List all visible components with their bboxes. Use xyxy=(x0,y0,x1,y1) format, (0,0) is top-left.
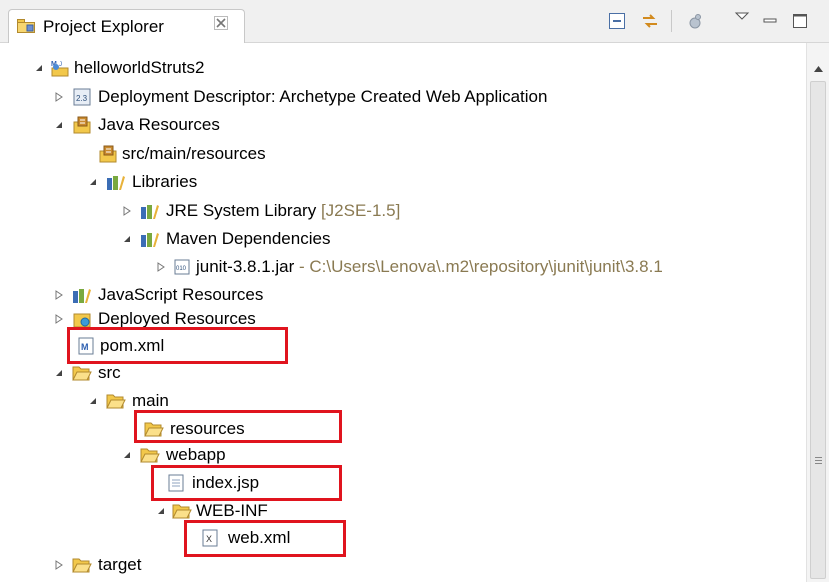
web-inf-label: WEB-INF xyxy=(196,501,268,520)
jar-file-icon: 010 xyxy=(174,259,190,275)
collapse-all-icon[interactable] xyxy=(608,12,626,30)
svg-text:J: J xyxy=(59,62,62,68)
collapsed-arrow-icon[interactable] xyxy=(54,290,64,300)
deployed-resources-icon xyxy=(73,313,91,328)
collapsed-arrow-icon[interactable] xyxy=(156,262,166,272)
jre-version-decoration: [J2SE-1.5] xyxy=(320,201,401,220)
expanded-arrow-icon[interactable] xyxy=(122,450,132,460)
project-explorer-view: Project Explorer M J helloworldStruts2 2… xyxy=(0,0,829,582)
junit-path-decoration: - C:\Users\Lenova\.m2\repository\junit\j… xyxy=(294,257,663,276)
open-folder-icon xyxy=(172,504,192,519)
target-label: target xyxy=(98,555,142,574)
expanded-arrow-icon[interactable] xyxy=(54,368,64,378)
highlight-box-pom xyxy=(67,327,288,364)
open-folder-icon xyxy=(72,558,92,573)
expanded-arrow-icon[interactable] xyxy=(156,506,166,516)
open-folder-icon xyxy=(106,394,126,409)
libraries-label: Libraries xyxy=(132,172,198,191)
focus-on-active-task-icon[interactable] xyxy=(686,12,704,30)
main-label: main xyxy=(132,391,169,410)
open-folder-icon xyxy=(140,448,160,463)
scroll-up-arrow-icon[interactable] xyxy=(813,65,824,73)
scrollbar-thumb[interactable] xyxy=(810,81,826,579)
svg-text:2.3: 2.3 xyxy=(76,94,88,103)
deployed-resources-label: Deployed Resources xyxy=(98,309,256,328)
collapsed-arrow-icon[interactable] xyxy=(54,92,64,102)
expanded-arrow-icon[interactable] xyxy=(88,177,98,187)
open-folder-icon xyxy=(72,366,92,381)
view-title-bar: Project Explorer xyxy=(0,0,829,43)
collapsed-arrow-icon[interactable] xyxy=(122,206,132,216)
maven-web-project-icon: M J xyxy=(51,61,69,77)
view-menu-icon[interactable] xyxy=(733,8,751,26)
collapsed-arrow-icon[interactable] xyxy=(54,314,64,324)
highlight-box-index xyxy=(151,465,342,501)
link-with-editor-icon[interactable] xyxy=(641,12,659,30)
project-explorer-icon xyxy=(17,19,35,33)
collapsed-arrow-icon[interactable] xyxy=(54,560,64,570)
expanded-arrow-icon[interactable] xyxy=(122,234,132,244)
library-icon xyxy=(107,176,125,190)
expanded-arrow-icon[interactable] xyxy=(88,396,98,406)
minimize-icon[interactable] xyxy=(761,12,779,30)
jre-system-library-text: JRE System Library [J2SE-1.5] xyxy=(166,201,400,221)
close-icon[interactable] xyxy=(214,16,228,30)
src-label: src xyxy=(98,363,121,382)
project-tree: M J helloworldStruts2 2.3 Deployment Des… xyxy=(0,43,806,582)
javascript-resources-label: JavaScript Resources xyxy=(98,285,264,304)
jre-system-library-label: JRE System Library xyxy=(166,201,317,220)
view-title: Project Explorer xyxy=(43,17,164,36)
toolbar-separator xyxy=(671,10,672,32)
highlight-box-resources xyxy=(134,410,342,443)
expanded-arrow-icon[interactable] xyxy=(54,120,64,130)
vertical-scrollbar[interactable] xyxy=(806,43,829,582)
java-resources-label: Java Resources xyxy=(98,115,220,134)
highlight-box-web-xml xyxy=(184,520,346,557)
expanded-arrow-icon[interactable] xyxy=(34,63,44,73)
library-icon xyxy=(141,233,159,247)
junit-jar-label: junit-3.8.1.jar xyxy=(196,257,295,276)
deployment-descriptor-icon: 2.3 xyxy=(73,88,91,106)
webapp-label: webapp xyxy=(166,445,226,464)
deployment-descriptor-label: Deployment Descriptor: Archetype Created… xyxy=(98,87,548,106)
maximize-icon[interactable] xyxy=(791,12,809,30)
src-main-resources-label: src/main/resources xyxy=(122,144,266,163)
library-icon xyxy=(141,205,159,219)
maven-dependencies-label: Maven Dependencies xyxy=(166,229,331,248)
project-label: helloworldStruts2 xyxy=(74,58,205,77)
java-resources-icon xyxy=(73,116,91,134)
source-folder-icon xyxy=(99,145,117,163)
library-icon xyxy=(73,289,91,303)
junit-jar-text: junit-3.8.1.jar - C:\Users\Lenova\.m2\re… xyxy=(196,257,663,277)
project-explorer-tab[interactable]: Project Explorer xyxy=(8,9,245,43)
svg-text:010: 010 xyxy=(176,266,187,272)
